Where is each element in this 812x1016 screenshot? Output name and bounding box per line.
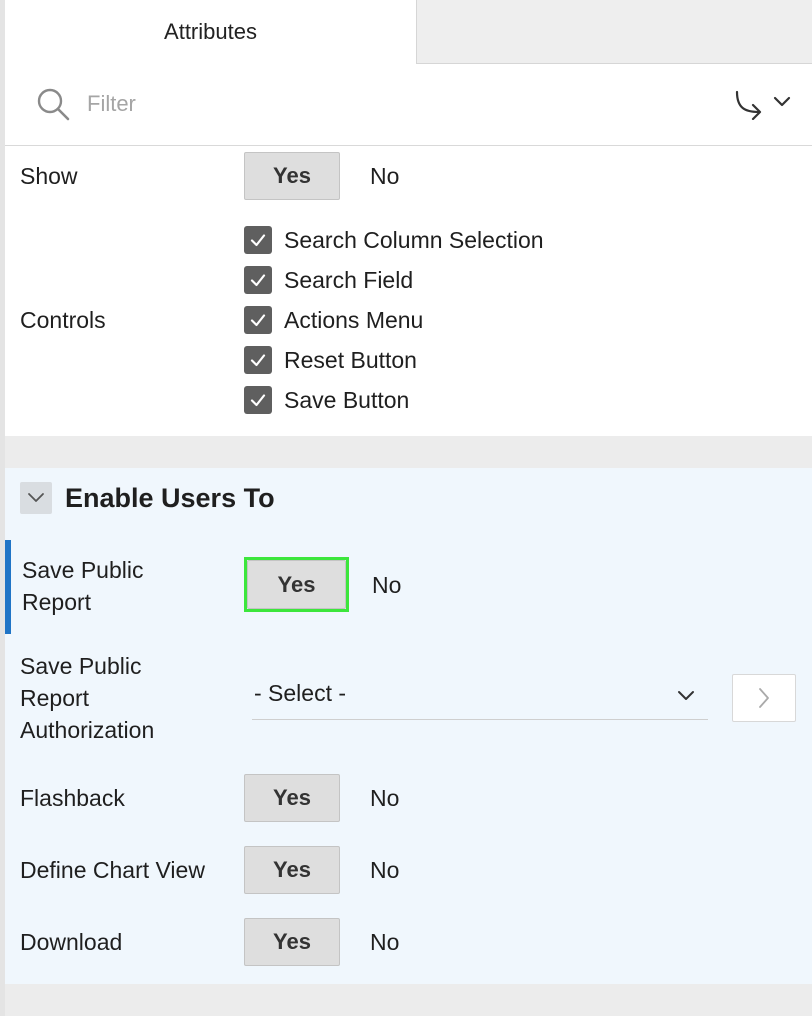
download-yes-button[interactable]: Yes	[244, 918, 340, 966]
save-public-report-label-line2: Report	[22, 589, 92, 615]
control-search-column-selection[interactable]: Search Column Selection	[244, 225, 544, 255]
checkbox-checked-icon[interactable]	[244, 346, 272, 374]
flashback-no-option[interactable]: No	[370, 774, 399, 822]
enable-users-section: Enable Users To Save Public Report Yes N…	[5, 468, 812, 984]
go-to-authorization-button[interactable]	[732, 674, 796, 722]
filter-input[interactable]	[87, 88, 667, 120]
download-no-option[interactable]: No	[370, 918, 399, 966]
search-icon	[37, 88, 70, 121]
control-actions-menu[interactable]: Actions Menu	[244, 305, 423, 335]
tab-attributes[interactable]: Attributes	[5, 0, 417, 64]
show-label: Show	[20, 163, 78, 189]
checkbox-checked-icon[interactable]	[244, 386, 272, 414]
flashback-yes-button[interactable]: Yes	[244, 774, 340, 822]
chevron-down-icon	[28, 493, 44, 502]
define-chart-view-no-option[interactable]: No	[370, 846, 399, 894]
authorization-select[interactable]: - Select -	[252, 672, 708, 720]
save-public-report-label-line1: Save Public	[22, 557, 144, 583]
section-title: Enable Users To	[65, 483, 275, 513]
control-reset-button[interactable]: Reset Button	[244, 345, 417, 375]
tab-attributes-label: Attributes	[164, 19, 257, 44]
control-save-button[interactable]: Save Button	[244, 385, 409, 415]
define-chart-view-label: Define Chart View	[20, 857, 205, 883]
control-label: Search Column Selection	[284, 226, 544, 253]
flashback-label: Flashback	[20, 785, 125, 811]
show-no-option[interactable]: No	[370, 152, 399, 200]
control-search-field[interactable]: Search Field	[244, 265, 413, 295]
chevron-down-icon	[678, 691, 694, 700]
save-public-report-yes-button[interactable]: Yes	[247, 560, 346, 609]
control-label: Search Field	[284, 266, 414, 293]
checkbox-checked-icon[interactable]	[244, 306, 272, 334]
display-section: Show Yes No Search Column Selection Sear…	[5, 146, 812, 436]
authorization-label-line2: Report	[20, 685, 90, 711]
checkbox-checked-icon[interactable]	[244, 266, 272, 294]
show-yes-button[interactable]: Yes	[244, 152, 340, 200]
chevron-right-icon	[759, 688, 769, 708]
filter-bar	[5, 64, 812, 146]
checkbox-checked-icon[interactable]	[244, 226, 272, 254]
control-label: Reset Button	[284, 346, 417, 373]
save-public-report-no-option[interactable]: No	[372, 561, 401, 609]
collapse-toggle[interactable]	[20, 482, 52, 514]
download-label: Download	[20, 929, 123, 955]
tab-bar: Attributes	[5, 0, 812, 64]
control-label: Actions Menu	[284, 306, 424, 333]
authorization-label-line1: Save Public	[20, 653, 142, 679]
select-value: - Select -	[254, 680, 347, 706]
section-separator	[5, 436, 812, 468]
define-chart-view-yes-button[interactable]: Yes	[244, 846, 340, 894]
control-label: Save Button	[284, 386, 410, 413]
authorization-label-line3: Authorization	[20, 717, 155, 743]
section-separator	[5, 984, 812, 1016]
active-row-indicator	[5, 540, 11, 634]
controls-label: Controls	[20, 307, 106, 333]
go-to-group-icon[interactable]	[731, 88, 797, 120]
